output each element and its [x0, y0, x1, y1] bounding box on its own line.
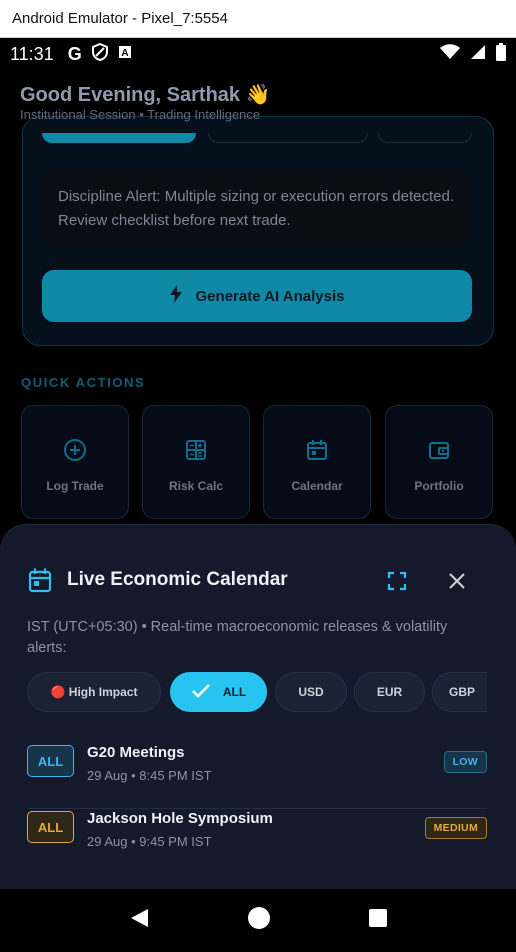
phone-screen: 11:31 G A Good Evening, Sarthak 👋 Instit…	[0, 38, 516, 952]
greeting-title: Good Evening, Sarthak 👋	[20, 84, 271, 106]
chip-label: EUR	[376, 685, 403, 699]
battery-icon	[496, 42, 506, 66]
filter-chip-high-impact[interactable]: 🔴 High Impact	[27, 672, 161, 712]
check-icon	[191, 683, 211, 702]
segment-tab[interactable]	[208, 133, 368, 143]
wallet-icon	[427, 438, 451, 467]
quick-action-calendar[interactable]: Calendar	[263, 405, 371, 519]
wifi-icon	[440, 43, 460, 65]
quick-action-portfolio[interactable]: Portfolio	[385, 405, 493, 519]
calendar-icon	[28, 567, 52, 598]
quick-action-label: Calendar	[291, 479, 343, 493]
impact-badge: LOW	[443, 751, 487, 773]
generate-label: Generate AI Analysis	[195, 287, 345, 305]
home-icon[interactable]	[247, 906, 271, 935]
filter-chip-all[interactable]: ALL	[170, 672, 267, 712]
currency-badge: ALL	[27, 745, 74, 777]
calculator-icon	[184, 438, 208, 467]
segment-tab-active[interactable]	[42, 133, 196, 143]
chip-label: GBP	[448, 685, 475, 699]
event-title: G20 Meetings	[87, 744, 185, 761]
quick-action-label: Risk Calc	[168, 479, 224, 493]
chip-label: ALL	[222, 685, 247, 699]
fullscreen-icon[interactable]	[386, 570, 408, 597]
quick-action-label: Log Trade	[46, 479, 104, 493]
plus-circle-icon	[63, 438, 87, 467]
sheet-subtitle: IST (UTC+05:30) • Real-time macroeconomi…	[27, 619, 448, 656]
notification-a-icon: A	[118, 45, 132, 64]
filter-chips: 🔴 High Impact ALL USD EUR GBP	[27, 672, 487, 714]
quick-actions-heading: QUICK ACTIONS	[21, 375, 146, 390]
chip-label: USD	[298, 685, 324, 699]
quick-action-log-trade[interactable]: Log Trade	[21, 405, 129, 519]
event-time: 29 Aug • 9:45 PM IST	[87, 834, 212, 849]
economic-calendar-sheet: Live Economic Calendar IST (UTC+05:30) •…	[0, 524, 516, 889]
navigation-bar	[0, 889, 516, 952]
impact-badge: MEDIUM	[424, 817, 487, 839]
segment-tab[interactable]	[378, 133, 472, 143]
event-title: Jackson Hole Symposium	[87, 810, 273, 827]
shield-icon	[91, 42, 108, 66]
generate-ai-analysis-button[interactable]: Generate AI Analysis	[42, 270, 472, 322]
event-row[interactable]: ALL Jackson Hole Symposium 29 Aug • 9:45…	[27, 810, 487, 875]
back-icon[interactable]	[128, 907, 150, 934]
filter-chip-eur[interactable]: EUR	[354, 672, 425, 712]
event-row[interactable]: ALL G20 Meetings 29 Aug • 8:45 PM IST LO…	[27, 744, 487, 809]
filter-chip-gbp[interactable]: GBP	[432, 672, 487, 712]
svg-text:A: A	[121, 48, 128, 59]
close-icon[interactable]	[446, 570, 468, 597]
currency-badge: ALL	[27, 811, 74, 843]
signal-icon	[470, 44, 486, 65]
quick-action-risk-calc[interactable]: Risk Calc	[142, 405, 250, 519]
quick-action-label: Portfolio	[414, 479, 464, 493]
bolt-icon	[169, 285, 182, 307]
sheet-title: Live Economic Calendar	[67, 569, 288, 590]
status-time: 11:31	[10, 43, 54, 64]
event-time: 29 Aug • 8:45 PM IST	[87, 768, 212, 783]
calendar-icon	[305, 438, 329, 467]
divider	[27, 808, 487, 809]
recents-icon[interactable]	[368, 908, 388, 933]
discipline-alert: Discipline Alert: Multiple sizing or exe…	[42, 172, 470, 244]
chip-label: 🔴 High Impact	[50, 685, 138, 699]
emulator-title-bar: Android Emulator - Pixel_7:5554	[0, 0, 516, 38]
status-bar: 11:31 G A	[0, 38, 516, 70]
filter-chip-usd[interactable]: USD	[275, 672, 347, 712]
google-icon: G	[67, 43, 82, 64]
session-subtitle: Institutional Session • Trading Intellig…	[20, 107, 261, 122]
window-title: Android Emulator - Pixel_7:5554	[12, 10, 228, 27]
